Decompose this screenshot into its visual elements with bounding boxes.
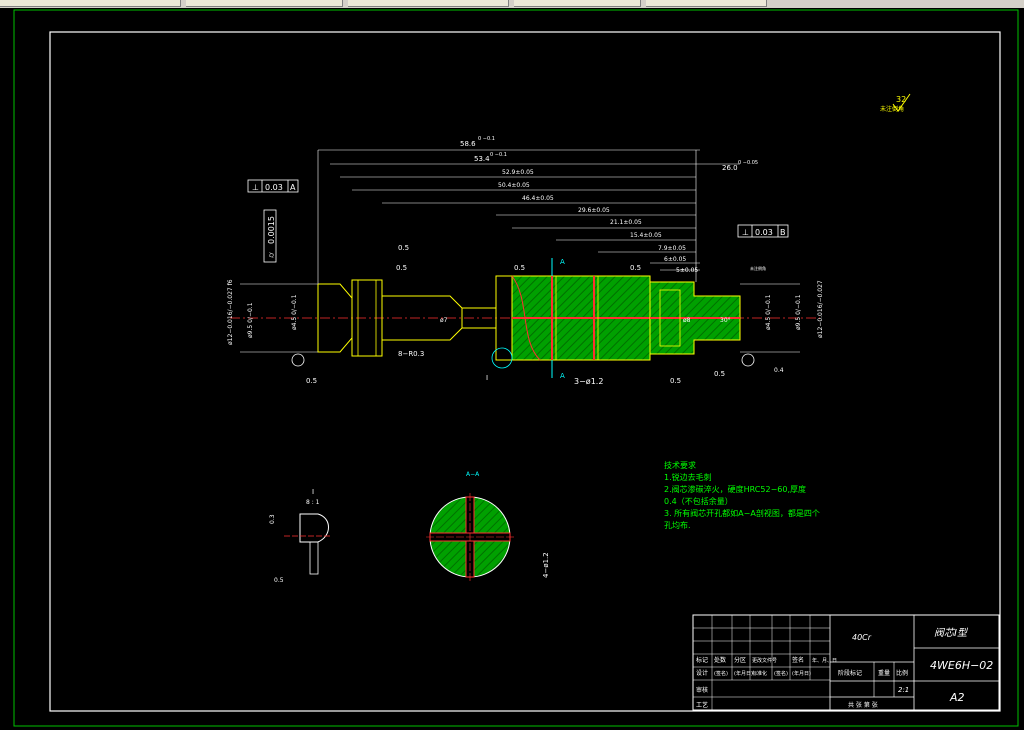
- cad-drawing-canvas[interactable]: 未注倒角 32 58.6 0 −0.1 53.4 0 −0.1 52.9±0.0…: [0, 0, 1024, 730]
- dim-0-5-g: 0.5: [714, 370, 725, 378]
- detail-view: I 8 : 1 0.3 0.5: [269, 488, 330, 584]
- svg-text:B: B: [780, 228, 786, 237]
- svg-text:工艺: 工艺: [696, 701, 708, 709]
- dim-53-4: 53.4: [474, 155, 490, 163]
- dim-21-1: 21.1±0.05: [610, 219, 642, 226]
- svg-text:共 张 第 张: 共 张 第 张: [848, 701, 878, 709]
- section-arrow-top: A: [560, 258, 565, 266]
- main-shaft-view: 58.6 0 −0.1 53.4 0 −0.1 52.9±0.05 50.4±0…: [227, 136, 824, 386]
- dim-0-5-b: 0.5: [396, 264, 407, 272]
- detail-dim-2: 0.5: [274, 577, 284, 584]
- svg-text:1.锐边去毛刺: 1.锐边去毛刺: [664, 472, 712, 482]
- dim-d45-right: ø4.5 0/−0.1: [765, 294, 772, 330]
- svg-text:技术要求: 技术要求: [664, 460, 696, 470]
- svg-text:⊥: ⊥: [252, 183, 259, 192]
- dim-15-4: 15.4±0.05: [630, 232, 662, 239]
- dim-5: 5±0.05: [676, 267, 698, 274]
- svg-text:处数: 处数: [714, 656, 726, 664]
- model-space-border: [13, 9, 1019, 727]
- svg-text:重量: 重量: [878, 669, 890, 677]
- datum-b-marker: [741, 353, 755, 367]
- detail-title: I: [312, 488, 314, 496]
- dim-dia-left: ø12−0.016/−0.027 f6: [227, 279, 234, 345]
- dim-d95-left: ø9.5 0/−0.1: [247, 302, 254, 338]
- gdt-frame-1: ⊥ 0.03 A: [247, 179, 299, 193]
- detail-scale: 8 : 1: [306, 499, 320, 506]
- detail-dim-1: 0.3: [269, 514, 276, 524]
- sheet-size: A2: [949, 691, 965, 704]
- technical-requirements: 技术要求 1.锐边去毛刺 2.阀芯渗碳淬火，硬度HRC52−60,厚度 0.4（…: [664, 460, 820, 530]
- dim-6: 6±0.05: [664, 256, 686, 263]
- svg-text:0.03: 0.03: [265, 183, 283, 192]
- part-name: 阀芯I型: [934, 627, 969, 639]
- svg-text:孔均布.: 孔均布.: [664, 520, 691, 530]
- svg-text:(签名): (签名): [714, 670, 728, 677]
- dim-58-6: 58.6: [460, 140, 476, 148]
- svg-text:2.阀芯渗碳淬火，硬度HRC52−60,厚度: 2.阀芯渗碳淬火，硬度HRC52−60,厚度: [664, 484, 806, 494]
- dim-29-6: 29.6±0.05: [578, 207, 610, 214]
- svg-text:(年月日): (年月日): [734, 670, 753, 677]
- svg-text:(年月日): (年月日): [792, 670, 811, 677]
- dim-26-tol: 0 −0.05: [738, 160, 758, 166]
- scale: 2:1: [898, 686, 909, 694]
- dim-52-9: 52.9±0.05: [502, 169, 534, 176]
- roughness-symbol: 未注倒角 32: [880, 93, 911, 113]
- dim-radius: 8−R0.3: [398, 350, 424, 358]
- dim-7-9: 7.9±0.05: [658, 245, 686, 252]
- svg-text:审核: 审核: [696, 686, 708, 694]
- svg-text:设计: 设计: [696, 669, 708, 677]
- dim-d8: ø8: [683, 317, 691, 324]
- svg-text:年、月、日: 年、月、日: [812, 657, 837, 664]
- section-view-aa: A−A 4−ø1.2: [426, 471, 550, 581]
- svg-text:阶段标记: 阶段标记: [838, 669, 862, 677]
- dim-d95-right: ø9.5 0/−0.1: [795, 294, 802, 330]
- svg-text:0.03: 0.03: [755, 228, 773, 237]
- section-arrow-bottom: A: [560, 372, 565, 380]
- roughness-value: 32: [896, 95, 906, 104]
- section-title: A−A: [466, 471, 480, 478]
- gdt-frame-3: ⌭ 0.0015: [263, 209, 277, 263]
- svg-text:⌭: ⌭: [267, 252, 276, 258]
- dim-46-4: 46.4±0.05: [522, 195, 554, 202]
- roughness-prefix: 未注倒角: [880, 105, 904, 113]
- dim-0-4: 0.4: [774, 367, 784, 374]
- svg-text:0.0015: 0.0015: [267, 216, 276, 244]
- dim-holes: 3−ø1.2: [574, 377, 603, 386]
- svg-text:A: A: [290, 183, 296, 192]
- note-chamfer: 未注倒角: [750, 265, 766, 271]
- gdt-frame-2: ⊥ 0.03 B: [737, 224, 789, 238]
- material: 40Cr: [852, 633, 872, 642]
- dim-0-5-c: 0.5: [514, 264, 525, 272]
- svg-text:0.4（不包括余量）: 0.4（不包括余量）: [664, 496, 733, 506]
- section-dim: 4−ø1.2: [542, 552, 550, 578]
- dim-dia-right: ø12−0.016/−0.027: [817, 280, 824, 338]
- drawing-frame: [49, 31, 1001, 712]
- dim-0-5-f: 0.5: [670, 377, 681, 385]
- svg-text:⊥: ⊥: [742, 228, 749, 237]
- svg-text:比例: 比例: [896, 669, 908, 677]
- dim-0-5-d: 0.5: [630, 264, 641, 272]
- svg-text:标记: 标记: [696, 656, 708, 664]
- dim-53-4-tol: 0 −0.1: [490, 152, 507, 158]
- dim-0-5-a: 0.5: [398, 244, 409, 252]
- svg-text:(签名): (签名): [774, 670, 788, 677]
- datum-a-marker: [291, 353, 305, 367]
- detail-circle: [491, 347, 513, 369]
- dim-50-4: 50.4±0.05: [498, 182, 530, 189]
- svg-text:标准化: 标准化: [752, 670, 767, 677]
- svg-text:分区: 分区: [734, 656, 746, 664]
- svg-text:更改文件号: 更改文件号: [752, 657, 777, 664]
- detail-ref: I: [486, 374, 488, 382]
- dim-26: 26.0: [722, 164, 738, 172]
- drawing-number: 4WE6H−02: [930, 659, 993, 672]
- dim-58-6-tol: 0 −0.1: [478, 136, 495, 142]
- dim-d45-left: ø4.5 0/−0.1: [291, 294, 298, 330]
- dim-0-5-e: 0.5: [306, 377, 317, 385]
- title-block: 标记 处数 分区 更改文件号 签名 年、月、日 设计 (签名) (年月日) 标准…: [692, 614, 1000, 711]
- dim-d7: ø7: [440, 317, 448, 324]
- dim-30deg: 30°: [720, 317, 731, 324]
- svg-text:3. 所有阀芯开孔都如A−A剖视图，都是四个: 3. 所有阀芯开孔都如A−A剖视图，都是四个: [664, 508, 820, 518]
- svg-text:签名: 签名: [792, 656, 804, 664]
